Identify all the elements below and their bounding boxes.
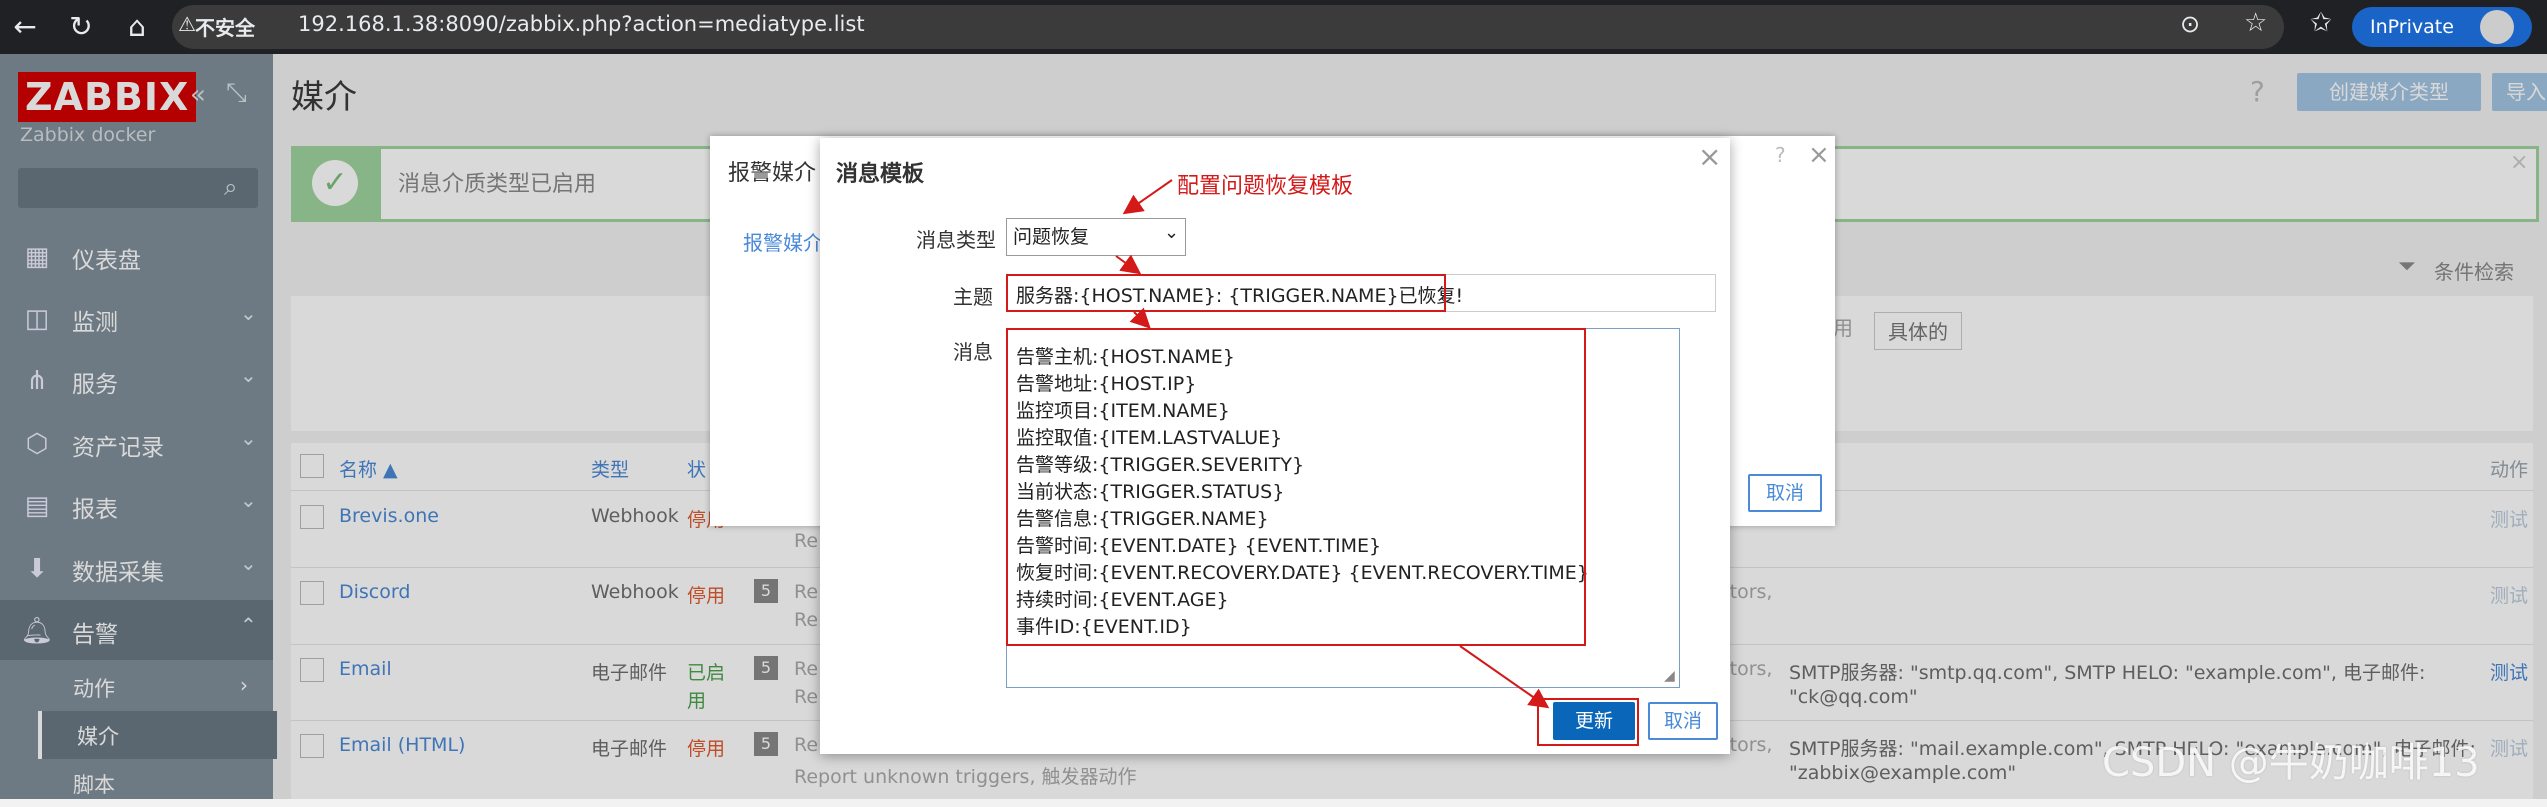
arrow-to-update [1459,645,1550,709]
annotation-text: 配置问题恢复模板 [1177,174,1354,199]
annotation-arrows [1115,179,1550,709]
arrow-to-message-type [1122,179,1173,215]
arrow-to-message [1129,307,1151,329]
watermark: CSDN @牛奶咖啡13 [2102,740,2480,786]
arrow-to-subject [1115,254,1142,275]
